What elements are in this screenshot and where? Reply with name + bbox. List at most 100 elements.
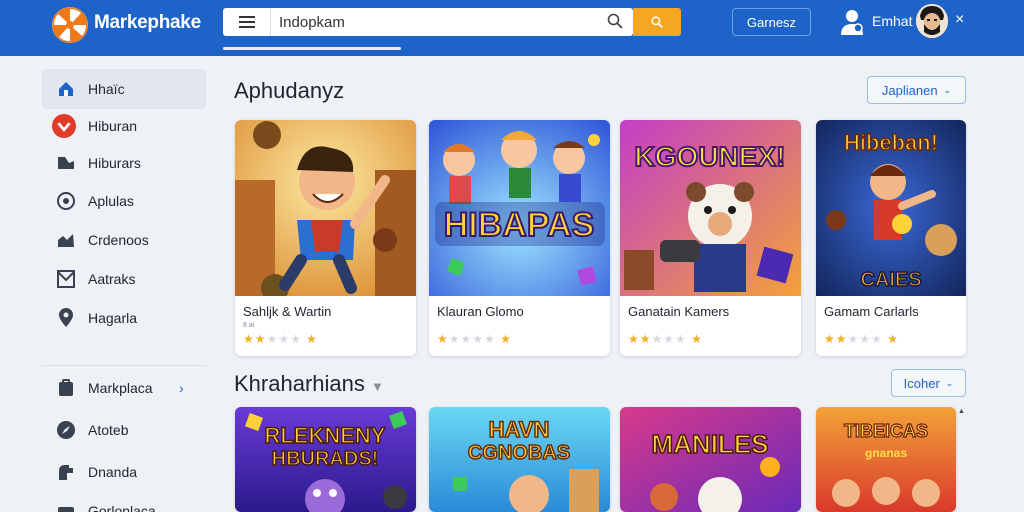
star-icon: ★ (675, 332, 687, 346)
star-icon: ★ (437, 332, 449, 346)
menu-icon[interactable] (223, 8, 271, 36)
star-icon: ★ (639, 332, 652, 346)
game-card[interactable]: RLEKNENY HBURADS! (235, 407, 416, 512)
star-icon: ★ (484, 332, 496, 346)
sidebar-item-aatraks[interactable]: Aatraks (42, 259, 206, 299)
filter-label: Japlianen (881, 82, 938, 98)
star-icon: ★ (835, 332, 848, 346)
filter-dropdown[interactable]: Japlianen ⌄ (867, 76, 966, 104)
sidebar-item-label: Gorlonlaca (88, 503, 156, 512)
svg-text:CGNOBAS: CGNOBAS (468, 442, 570, 464)
star-icon: ★ (460, 332, 473, 346)
game-art: HAVN CGNOBAS (429, 407, 610, 512)
top-bar: Markephake Garnesz Emhat × (0, 0, 1024, 56)
star-icon: ★ (628, 332, 640, 346)
search-button[interactable] (633, 8, 681, 36)
brand-name[interactable]: Markephake (94, 12, 201, 34)
sidebar-item-atoteb[interactable]: Atoteb (42, 410, 206, 450)
star-icon: ★ (495, 332, 512, 346)
star-icon: ★ (663, 332, 676, 346)
sidebar-item-aplulas[interactable]: Aplulas (42, 181, 206, 221)
star-icon: ★ (847, 332, 860, 346)
rating-stars: ★★★★★ ★ (437, 332, 512, 346)
sidebar-item-hagarla[interactable]: Hagarla (42, 298, 206, 338)
sidebar-item-label: Atoteb (88, 422, 129, 438)
game-card[interactable]: Sahljk & Wartin 8 ai ★★★★★ ★ (235, 120, 416, 356)
game-card[interactable]: TIBEICAS gnanas (816, 407, 956, 512)
games-button[interactable]: Garnesz (732, 8, 811, 36)
star-icon: ★ (882, 332, 899, 346)
star-icon: ★ (824, 332, 836, 346)
sidebar-item-dnanda[interactable]: Dnanda (42, 452, 206, 492)
rating-stars: ★★★★★ ★ (628, 332, 703, 346)
game-art (235, 120, 416, 296)
sidebar-item-label: Hiburan (88, 118, 138, 134)
game-card[interactable]: KGOUNEX! Ganatain Kamers ★★★★★ ★ (620, 120, 801, 356)
star-icon: ★ (472, 332, 485, 346)
sidebar-item-gorlonlaca[interactable]: Gorlonlaca (42, 491, 206, 512)
close-icon[interactable]: × (955, 11, 964, 29)
search-input[interactable] (271, 13, 591, 31)
star-icon: ★ (266, 332, 279, 346)
logo-icon[interactable] (52, 7, 88, 43)
star-icon: ★ (243, 332, 255, 346)
shield-icon: ▼ (371, 379, 384, 394)
filter-label: Icoher (903, 375, 940, 391)
sidebar-item-label: Markplaca (88, 380, 153, 396)
game-art: TIBEICAS gnanas (816, 407, 956, 512)
sidebar-item-label: Aatraks (88, 271, 136, 287)
heart-icon (52, 114, 76, 138)
filter-dropdown[interactable]: Icoher ⌄ (891, 369, 966, 397)
chevron-right-icon[interactable]: › (179, 380, 184, 396)
star-icon: ★ (254, 332, 267, 346)
sidebar-item-label: Aplulas (88, 193, 134, 209)
game-card[interactable]: HIBAPAS Klauran Glomo ★★★★★ ★ (429, 120, 610, 356)
avatar[interactable] (916, 4, 948, 38)
bag-icon (56, 501, 76, 512)
apps-icon (56, 191, 76, 211)
section-title: Khraharhians ▼ (234, 371, 384, 397)
section-title: Aphudanyz (234, 78, 345, 103)
compass-icon (56, 420, 76, 440)
search-bar (223, 8, 633, 36)
game-art-text: HAVN (489, 417, 550, 442)
game-card[interactable]: Hibeban! CAIES Gamam Carlarls ★★★★★ ★ (816, 120, 966, 356)
gamepad-icon (56, 153, 76, 173)
game-card[interactable]: MANILES (620, 407, 801, 512)
sidebar-item-label: Hiburars (88, 155, 141, 171)
star-icon: ★ (686, 332, 703, 346)
sidebar-item-crdenoos[interactable]: Crdenoos (42, 220, 206, 260)
svg-text:HBURADS!: HBURADS! (272, 448, 379, 470)
game-art-text: CAIES (860, 269, 921, 291)
search-icon[interactable] (607, 13, 623, 34)
scrollbar-up-arrow[interactable]: ▲ (958, 408, 965, 415)
game-title: Gamam Carlarls (824, 304, 919, 319)
game-title: Ganatain Kamers (628, 304, 730, 319)
star-icon: ★ (278, 332, 291, 346)
game-art-text: MANILES (652, 429, 769, 459)
game-subtitle: 8 ai (243, 322, 255, 329)
user-icon[interactable] (838, 8, 866, 36)
store-icon (56, 378, 76, 398)
sidebar-item-label: Dnanda (88, 464, 138, 480)
sidebar-item-hiburan[interactable]: Hiburan (42, 106, 206, 146)
star-icon: ★ (651, 332, 664, 346)
chevron-down-icon: ⌄ (945, 377, 954, 388)
puzzle-icon (56, 462, 76, 482)
game-title: Sahljk & Wartin (243, 304, 332, 319)
star-icon: ★ (290, 332, 302, 346)
location-icon (56, 308, 76, 328)
game-card[interactable]: HAVN CGNOBAS (429, 407, 610, 512)
search-icon (651, 16, 663, 28)
sidebar-item-markplaca[interactable]: Markplaca › (42, 368, 206, 408)
section-title-text: Khraharhians (234, 371, 365, 396)
sidebar-item-label: Hagarla (88, 310, 138, 326)
game-art: Hibeban! CAIES (816, 120, 966, 296)
sidebar-item-hiburars[interactable]: Hiburars (42, 143, 206, 183)
star-icon: ★ (859, 332, 872, 346)
game-title: Klauran Glomo (437, 304, 524, 319)
user-name[interactable]: Emhat (872, 13, 912, 29)
sidebar-divider (42, 365, 206, 366)
svg-text:Hibeban!: Hibeban! (844, 130, 938, 155)
sidebar-item-home[interactable]: Hhaïc (42, 69, 206, 109)
